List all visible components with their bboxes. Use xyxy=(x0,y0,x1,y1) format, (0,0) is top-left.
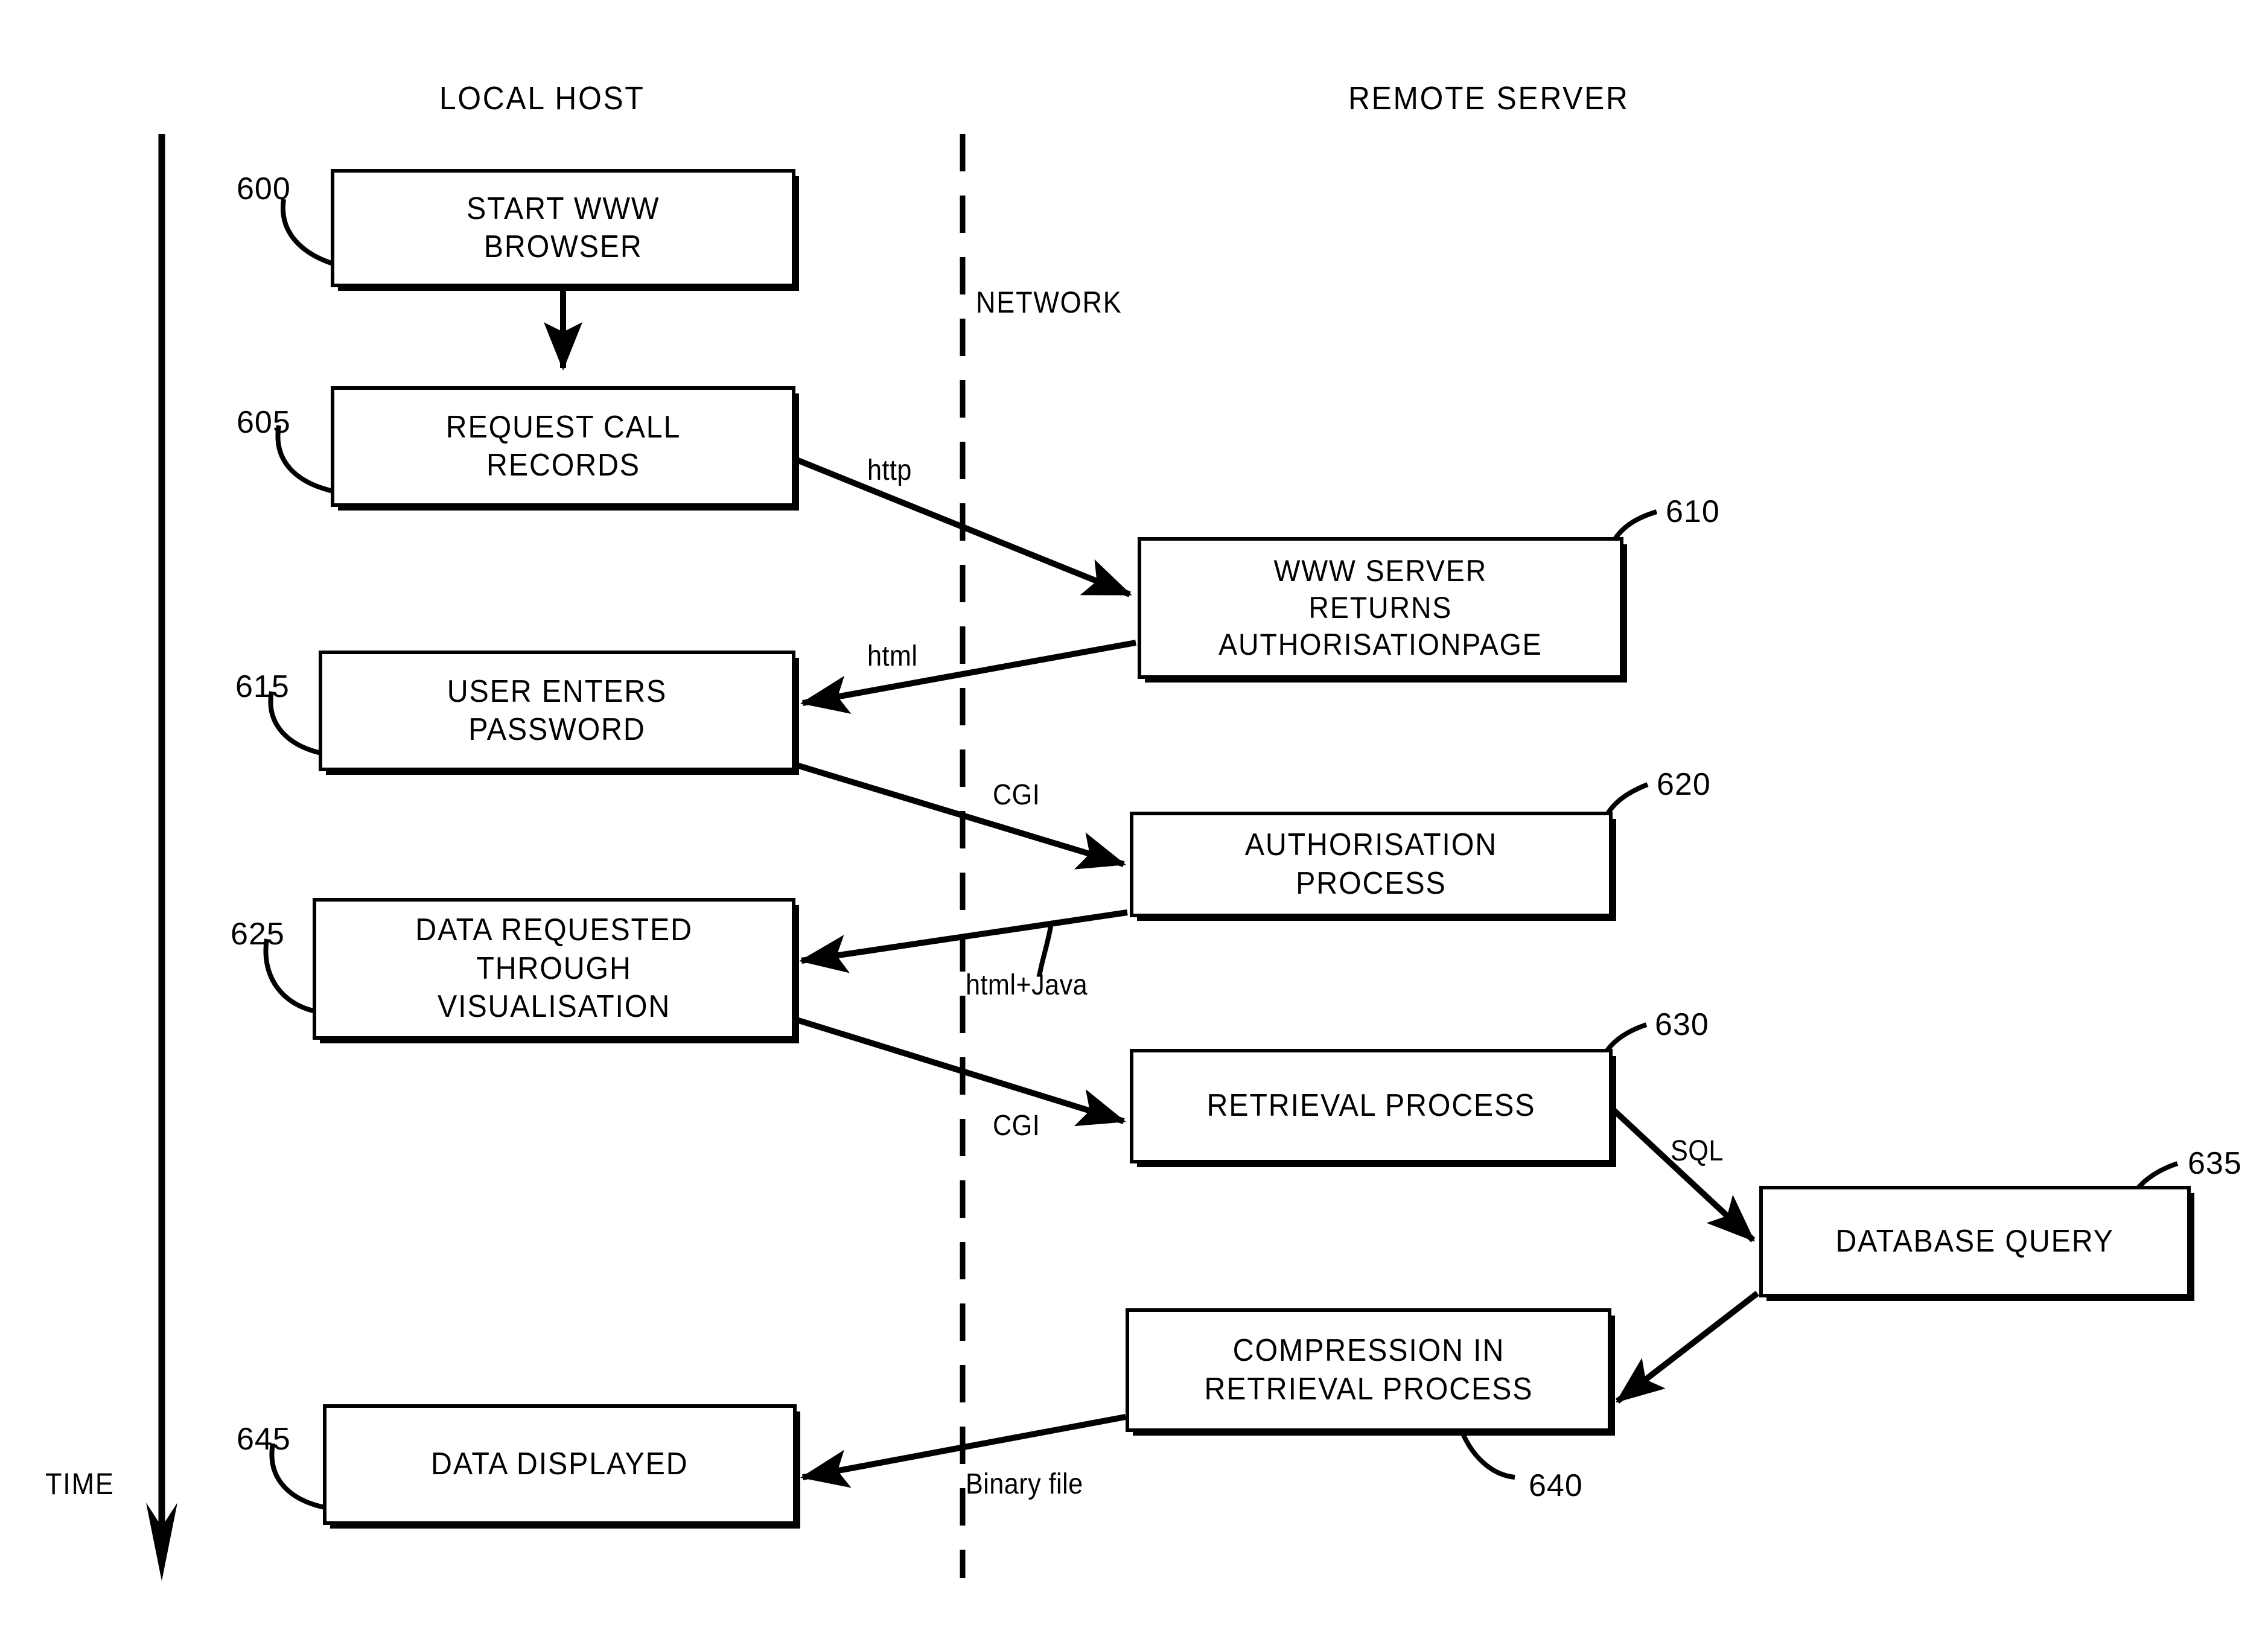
process-box-625[interactable]: DATA REQUESTED THROUGH VISUALISATION xyxy=(313,898,795,1040)
ref-leader-600 xyxy=(280,199,334,266)
column-header-local-host: LOCAL HOST xyxy=(439,80,645,116)
time-axis-arrow xyxy=(146,134,177,1581)
process-box-615[interactable]: USER ENTERS PASSWORD xyxy=(319,651,795,771)
process-box-605-label: REQUEST CALL RECORDS xyxy=(445,409,681,483)
reference-number-640: 640 xyxy=(1529,1468,1583,1503)
process-box-630[interactable]: RETRIEVAL PROCESS xyxy=(1130,1049,1613,1163)
process-box-615-label: USER ENTERS PASSWORD xyxy=(447,673,667,747)
process-box-635[interactable]: DATABASE QUERY xyxy=(1759,1186,2191,1297)
network-divider-label: NETWORK xyxy=(976,285,1123,319)
process-box-635-label: DATABASE QUERY xyxy=(1835,1223,2115,1259)
edge-label-sql: SQL xyxy=(1671,1135,1724,1167)
process-box-645-label: DATA DISPLAYED xyxy=(431,1446,689,1482)
edge-label-html-java: html+Java xyxy=(966,969,1088,1001)
process-box-610[interactable]: WWW SERVER RETURNS AUTHORISATIONPAGE xyxy=(1138,537,1623,679)
process-box-640-label: COMPRESSION IN RETRIEVAL PROCESS xyxy=(1204,1333,1533,1407)
edge-610-to-615 xyxy=(800,640,1136,714)
edge-label-http: http xyxy=(867,454,912,486)
edge-label-cgi-1: CGI xyxy=(993,779,1040,811)
ref-leader-630 xyxy=(1604,1022,1648,1053)
edge-630-to-635 xyxy=(1610,1107,1756,1243)
reference-number-610: 610 xyxy=(1666,494,1720,529)
process-box-620-label: AUTHORISATION PROCESS xyxy=(1244,827,1498,901)
process-box-640[interactable]: COMPRESSION IN RETRIEVAL PROCESS xyxy=(1126,1308,1611,1432)
reference-number-620: 620 xyxy=(1657,767,1711,802)
ref-leader-640 xyxy=(1461,1433,1515,1480)
ref-leader-620 xyxy=(1605,782,1649,815)
edge-label-html: html xyxy=(867,640,918,672)
reference-number-615: 615 xyxy=(235,669,290,704)
edge-label-cgi-2: CGI xyxy=(993,1110,1040,1142)
process-box-610-label: WWW SERVER RETURNS AUTHORISATIONPAGE xyxy=(1218,554,1543,661)
patent-figure-page: LOCAL HOST REMOTE SERVER NETWORK TIME ST… xyxy=(0,0,2268,1642)
reference-number-605: 605 xyxy=(237,405,291,440)
process-box-605[interactable]: REQUEST CALL RECORDS xyxy=(331,386,795,507)
edge-label-binary-file: Binary file xyxy=(966,1468,1083,1500)
edge-635-to-640 xyxy=(1615,1291,1760,1404)
reference-number-625: 625 xyxy=(231,917,285,952)
edge-625-to-630 xyxy=(795,1017,1126,1127)
reference-number-645: 645 xyxy=(237,1422,291,1457)
process-box-600-label: START WWW BROWSER xyxy=(466,191,660,264)
time-axis-label: TIME xyxy=(45,1467,115,1501)
column-header-remote-server: REMOTE SERVER xyxy=(1348,80,1629,116)
process-box-645[interactable]: DATA DISPLAYED xyxy=(323,1404,797,1525)
process-box-625-label: DATA REQUESTED THROUGH VISUALISATION xyxy=(415,912,693,1025)
process-box-600[interactable]: START WWW BROWSER xyxy=(331,169,795,287)
ref-leader-610 xyxy=(1613,509,1658,541)
process-box-630-label: RETRIEVAL PROCESS xyxy=(1206,1088,1536,1124)
reference-number-600: 600 xyxy=(237,171,291,206)
reference-number-635: 635 xyxy=(2188,1146,2242,1181)
process-box-620[interactable]: AUTHORISATION PROCESS xyxy=(1130,812,1613,917)
reference-number-630: 630 xyxy=(1655,1007,1709,1042)
